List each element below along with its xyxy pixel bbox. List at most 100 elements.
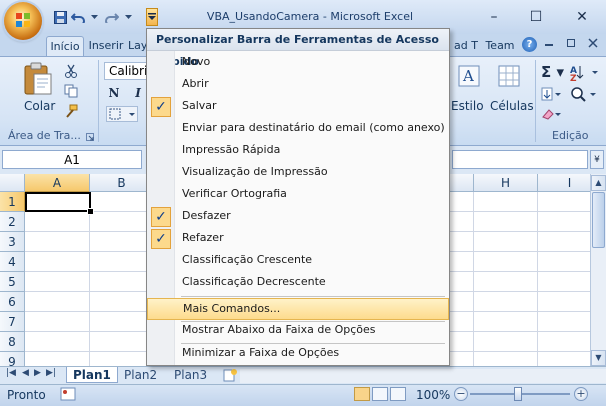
active-cell[interactable] xyxy=(25,192,91,212)
ribbon-close-icon[interactable] xyxy=(588,38,598,48)
italic-button[interactable]: I xyxy=(130,84,146,102)
redo-dropdown-icon[interactable] xyxy=(120,9,136,25)
maximize-button[interactable]: ☐ xyxy=(516,4,556,30)
menu-item-abrir[interactable]: Abrir xyxy=(147,74,449,96)
row-header[interactable]: 4 xyxy=(0,252,25,272)
bold-button[interactable]: N xyxy=(106,84,122,102)
gridline xyxy=(537,192,538,366)
select-all-corner[interactable] xyxy=(0,174,25,192)
find-select-icon[interactable] xyxy=(570,86,600,102)
menu-separator xyxy=(181,296,445,297)
zoom-in-button[interactable]: + xyxy=(574,387,588,401)
menu-item-mais-comandos[interactable]: Mais Comandos... xyxy=(147,298,449,320)
checkmark-icon: ✓ xyxy=(151,229,171,249)
first-sheet-button[interactable]: |◀ xyxy=(6,368,16,378)
paste-label[interactable]: Colar xyxy=(24,99,55,113)
menu-item-verificar-ortografia[interactable]: Verificar Ortografia xyxy=(147,184,449,206)
sheet-tab-plan3[interactable]: Plan3 xyxy=(168,367,213,383)
column-header[interactable]: A xyxy=(25,174,90,192)
cut-icon[interactable] xyxy=(64,64,78,78)
vertical-scroll-thumb[interactable] xyxy=(592,192,605,248)
horizontal-scrollbar[interactable] xyxy=(240,369,606,383)
menu-item-classificacao-crescente[interactable]: Classificação Crescente xyxy=(147,250,449,272)
macro-record-icon[interactable] xyxy=(60,387,76,401)
office-button[interactable] xyxy=(4,2,42,40)
autosum-icon[interactable]: Σ ▾ xyxy=(541,63,564,81)
format-painter-icon[interactable] xyxy=(64,104,78,118)
font-name-box[interactable]: Calibri xyxy=(104,62,148,80)
menu-item-visualizacao-impressao[interactable]: Visualização de Impressão xyxy=(147,162,449,184)
menu-item-email[interactable]: Enviar para destinatário do email (como … xyxy=(147,118,449,140)
gridline xyxy=(89,192,90,366)
row-header[interactable]: 3 xyxy=(0,232,25,252)
cells-icon[interactable] xyxy=(497,64,521,90)
paste-icon[interactable] xyxy=(22,62,54,96)
scroll-up-button[interactable]: ▲ xyxy=(591,175,606,191)
fill-handle[interactable] xyxy=(87,208,94,215)
minimize-button[interactable]: – xyxy=(474,4,514,30)
row-header[interactable]: 5 xyxy=(0,272,25,292)
last-sheet-button[interactable]: ▶| xyxy=(46,368,56,378)
menu-item-classificacao-decrescente[interactable]: Classificação Decrescente xyxy=(147,272,449,294)
sheet-tab-plan2[interactable]: Plan2 xyxy=(118,367,163,383)
row-header[interactable]: 1 xyxy=(0,192,25,212)
column-header[interactable]: B xyxy=(90,174,154,192)
tab-layout[interactable]: Lay xyxy=(128,36,146,56)
page-layout-view-button[interactable] xyxy=(372,387,388,401)
normal-view-button[interactable] xyxy=(354,387,370,401)
fill-icon[interactable] xyxy=(541,86,563,102)
column-header[interactable]: H xyxy=(474,174,538,192)
menu-item-impressao-rapida[interactable]: Impressão Rápida xyxy=(147,140,449,162)
customize-qat-button[interactable] xyxy=(146,8,158,26)
undo-dropdown-icon[interactable] xyxy=(86,9,102,25)
cells-label[interactable]: Células xyxy=(490,99,534,113)
menu-item-label: Minimizar a Faixa de Opções xyxy=(182,346,340,359)
ribbon-restore-icon[interactable] xyxy=(566,38,576,48)
row-header[interactable]: 8 xyxy=(0,332,25,352)
help-icon[interactable]: ? xyxy=(522,37,537,52)
format-as-table-icon[interactable]: A xyxy=(458,64,480,88)
insert-sheet-icon[interactable] xyxy=(222,368,238,382)
ribbon-minimize-icon[interactable] xyxy=(544,38,554,48)
zoom-out-button[interactable]: − xyxy=(454,387,468,401)
prev-sheet-button[interactable]: ◀ xyxy=(22,368,29,378)
styles-label[interactable]: Estilo xyxy=(451,99,484,113)
tab-inserir[interactable]: Inserir xyxy=(86,36,126,56)
menu-item-label: Refazer xyxy=(182,231,224,244)
column-header[interactable]: I xyxy=(538,174,590,192)
formula-expand-button[interactable]: ¥ xyxy=(590,150,604,169)
menu-item-salvar[interactable]: ✓ Salvar xyxy=(147,96,449,118)
copy-icon[interactable] xyxy=(64,84,78,98)
tab-inicio[interactable]: Início xyxy=(46,36,84,56)
menu-item-desfazer[interactable]: ✓ Desfazer xyxy=(147,206,449,228)
close-button[interactable]: ✕ xyxy=(562,4,602,30)
group-divider xyxy=(535,60,536,142)
tab-team[interactable]: Team xyxy=(484,36,516,56)
row-header[interactable]: 7 xyxy=(0,312,25,332)
zoom-slider-knob[interactable] xyxy=(514,387,522,401)
next-sheet-button[interactable]: ▶ xyxy=(34,368,41,378)
menu-item-novo[interactable]: Novo xyxy=(147,52,449,74)
zoom-level[interactable]: 100% xyxy=(416,388,450,402)
redo-icon[interactable] xyxy=(104,9,120,25)
group-divider xyxy=(98,60,99,142)
name-box[interactable]: A1 xyxy=(2,150,142,169)
clear-icon[interactable] xyxy=(541,107,563,121)
sheet-tab-plan1[interactable]: Plan1 xyxy=(66,367,118,383)
undo-icon[interactable] xyxy=(70,9,86,25)
sort-filter-icon[interactable]: AZ xyxy=(570,63,600,84)
dialog-launcher-icon[interactable] xyxy=(86,131,94,141)
menu-item-mostrar-abaixo[interactable]: Mostrar Abaixo da Faixa de Opções xyxy=(147,320,449,342)
save-icon[interactable] xyxy=(52,9,68,25)
scroll-down-button[interactable]: ▼ xyxy=(591,350,606,366)
tab-load-test[interactable]: ad T xyxy=(450,36,482,56)
menu-item-refazer[interactable]: ✓ Refazer xyxy=(147,228,449,250)
row-header[interactable]: 6 xyxy=(0,292,25,312)
menu-item-minimizar-faixa[interactable]: Minimizar a Faixa de Opções xyxy=(147,343,449,365)
row-header[interactable]: 9 xyxy=(0,352,25,366)
row-header[interactable]: 2 xyxy=(0,212,25,232)
formula-input[interactable] xyxy=(452,150,588,169)
borders-icon[interactable] xyxy=(106,106,138,122)
svg-text:Z: Z xyxy=(570,74,577,81)
page-break-view-button[interactable] xyxy=(390,387,406,401)
